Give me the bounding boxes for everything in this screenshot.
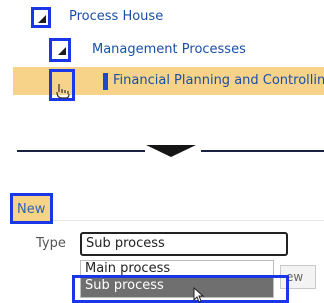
process-type-marker <box>103 73 108 90</box>
expanded-triangle-icon <box>38 15 46 23</box>
root-expand-toggle[interactable] <box>31 7 51 28</box>
arrow-cursor-icon <box>193 287 205 303</box>
new-tab-button[interactable]: New <box>10 193 53 224</box>
tree-item-management-processes[interactable]: Management Processes <box>92 42 246 58</box>
divider-right <box>201 150 324 152</box>
panel-separator <box>53 220 324 221</box>
child-expand-toggle[interactable] <box>49 38 71 62</box>
divider-left <box>17 150 145 152</box>
tree-item-financial-planning[interactable]: Financial Planning and Controlling <box>113 73 324 89</box>
type-select-input[interactable]: Sub process <box>80 232 288 256</box>
type-select-value: Sub process <box>86 236 165 251</box>
leaf-toggle-highlight[interactable] <box>49 69 75 101</box>
new-tab-label: New <box>17 202 46 217</box>
tree-item-process-house[interactable]: Process House <box>69 9 163 25</box>
type-field-label: Type <box>36 236 66 251</box>
selected-option-highlight <box>72 275 289 303</box>
down-arrow-icon <box>146 145 196 157</box>
hand-pointer-icon <box>56 84 70 99</box>
expanded-triangle-icon <box>58 47 66 55</box>
